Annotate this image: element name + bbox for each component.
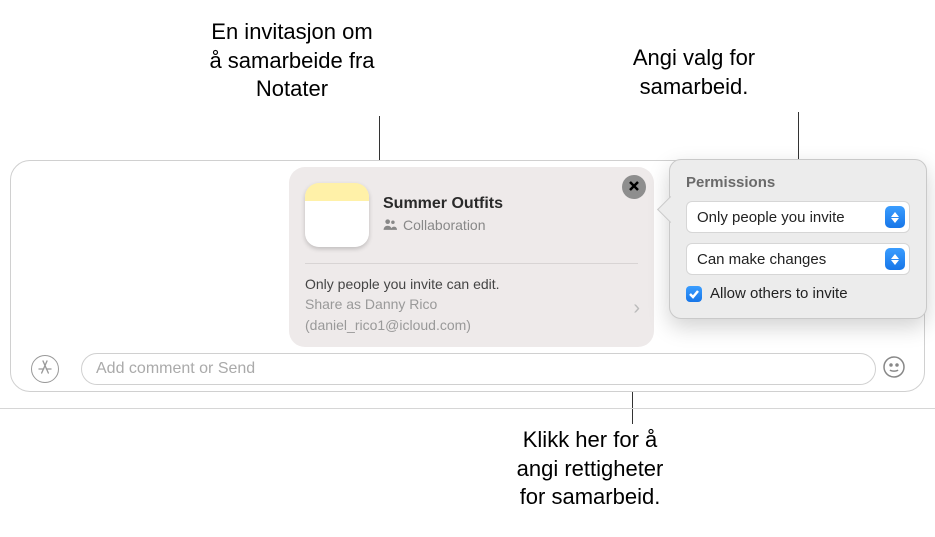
close-button[interactable] [622, 175, 646, 199]
message-input[interactable]: Add comment or Send [81, 353, 876, 385]
apps-button[interactable] [31, 355, 59, 383]
callout-text: Angi valg for samarbeid. [633, 45, 755, 99]
permissions-heading: Permissions [686, 174, 910, 191]
window-divider [0, 408, 935, 409]
invite-header: Summer Outfits Collaboration [305, 183, 638, 263]
callout-invite: En invitasjon om å samarbeide fra Notate… [177, 18, 407, 104]
callout-chevron: Klikk her for å angi rettigheter for sam… [490, 426, 690, 512]
smiley-icon [882, 355, 906, 384]
select-value: Can make changes [697, 251, 826, 268]
allow-others-label: Allow others to invite [710, 285, 848, 302]
chevron-right-icon[interactable]: › [633, 294, 640, 323]
placeholder-text: Add comment or Send [96, 360, 255, 378]
invite-details[interactable]: Only people you invite can edit. Share a… [305, 274, 638, 335]
appstore-icon [37, 359, 53, 380]
close-icon [629, 178, 639, 196]
share-account: (daniel_rico1@icloud.com) [305, 315, 638, 335]
divider [305, 263, 638, 264]
callout-text: Klikk her for å angi rettigheter for sam… [517, 427, 664, 509]
collaboration-label: Collaboration [403, 217, 486, 233]
callout-text: En invitasjon om å samarbeide fra Notate… [209, 19, 374, 101]
people-icon [383, 217, 397, 233]
dropdown-stepper-icon [885, 248, 905, 270]
select-value: Only people you invite [697, 209, 845, 226]
callout-line [798, 112, 799, 164]
who-can-access-select[interactable]: Only people you invite [686, 201, 910, 233]
notes-app-icon [305, 183, 369, 247]
share-as-line: Share as Danny Rico [305, 294, 638, 314]
checkbox-checked[interactable] [686, 286, 702, 302]
collaboration-mode[interactable]: Collaboration [383, 217, 638, 233]
permission-summary: Only people you invite can edit. [305, 274, 638, 294]
compose-area: Summer Outfits Collaboration Only people… [10, 160, 925, 392]
dropdown-stepper-icon [885, 206, 905, 228]
permission-level-select[interactable]: Can make changes [686, 243, 910, 275]
note-title: Summer Outfits [383, 195, 638, 213]
permissions-popover: Permissions Only people you invite Can m… [669, 159, 927, 319]
collaboration-invite-card: Summer Outfits Collaboration Only people… [289, 167, 654, 347]
invite-title-block: Summer Outfits Collaboration [383, 183, 638, 233]
allow-others-checkbox-row[interactable]: Allow others to invite [686, 285, 910, 302]
emoji-button[interactable] [880, 355, 908, 383]
callout-permissions: Angi valg for samarbeid. [614, 44, 774, 101]
